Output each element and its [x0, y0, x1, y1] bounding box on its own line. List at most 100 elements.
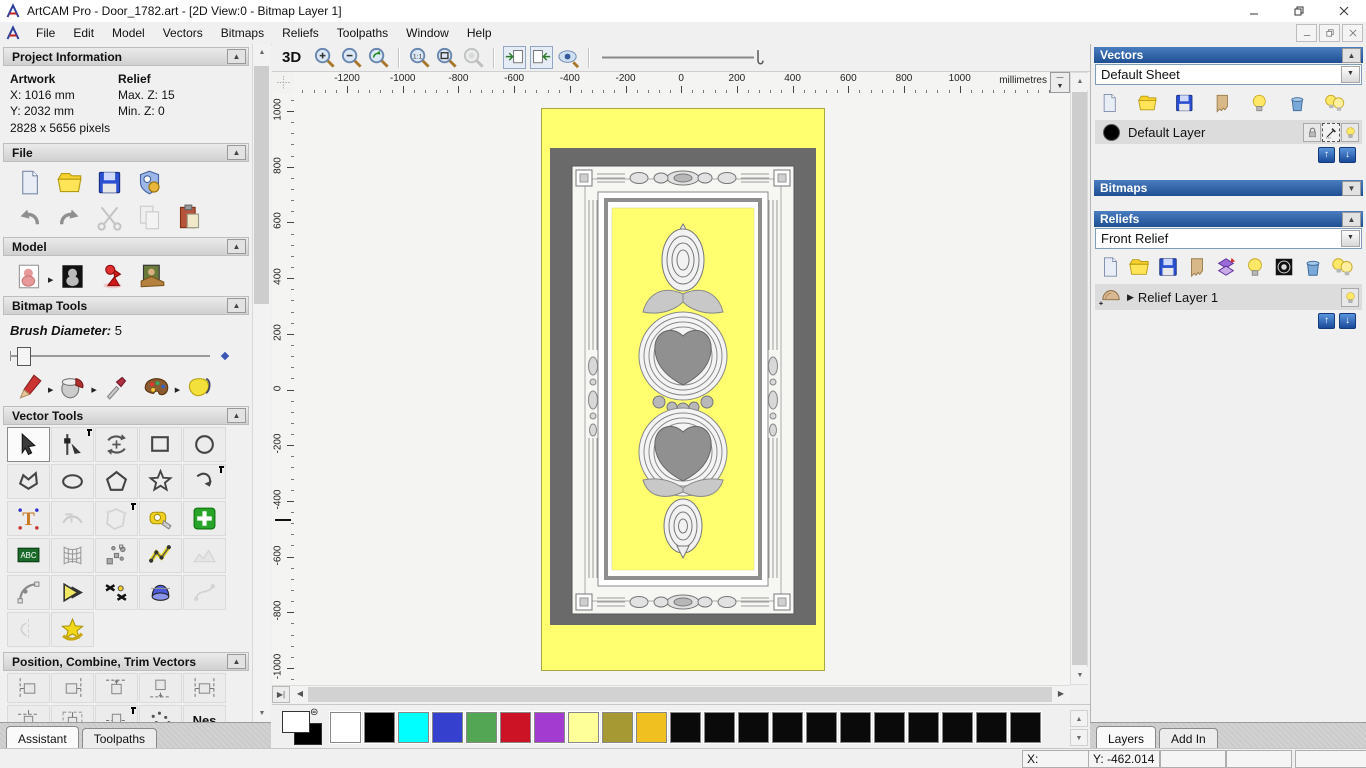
- load-image-icon[interactable]: [139, 263, 166, 290]
- align-middle-icon[interactable]: [95, 705, 138, 722]
- open-vectors-icon[interactable]: [1128, 256, 1150, 278]
- collapse-button[interactable]: ▲: [227, 654, 246, 669]
- freehand-tool-icon[interactable]: [7, 464, 50, 499]
- arc-tool-icon[interactable]: [183, 464, 226, 499]
- scrollbar-thumb[interactable]: [308, 687, 1052, 702]
- restore-icon[interactable]: [1276, 0, 1321, 22]
- wrap-vectors-icon[interactable]: [51, 612, 94, 647]
- zoom-fit-icon[interactable]: [435, 46, 458, 69]
- palette-swatch-5[interactable]: [499, 711, 532, 744]
- palette-swatch-9[interactable]: [635, 711, 668, 744]
- nesting-icon[interactable]: Nes: [183, 705, 226, 722]
- create-polyline-icon[interactable]: [139, 538, 182, 573]
- tab-assistant[interactable]: Assistant: [6, 726, 79, 748]
- close-icon[interactable]: [1321, 0, 1366, 22]
- tab-layers[interactable]: Layers: [1096, 726, 1157, 748]
- delete-icon[interactable]: [1302, 256, 1324, 278]
- trim-vectors-icon[interactable]: [95, 575, 138, 610]
- align-top-icon[interactable]: [95, 673, 138, 703]
- lighting-icon[interactable]: [99, 263, 126, 290]
- palette-swatch-8[interactable]: [601, 711, 634, 744]
- new-sheet-icon[interactable]: [1099, 92, 1120, 114]
- collapse-button[interactable]: ▲: [227, 239, 246, 254]
- tab-add-in[interactable]: Add In: [1159, 728, 1218, 748]
- tab-toolpaths[interactable]: Toolpaths: [81, 728, 158, 748]
- move-layer-down-button[interactable]: ↓: [1339, 147, 1356, 163]
- dropdown-arrow-icon[interactable]: ▼: [1341, 230, 1360, 247]
- pane-toggle-icon[interactable]: ▶|: [272, 686, 290, 703]
- move-layer-up-button[interactable]: ↑: [1318, 313, 1335, 329]
- scroll-up-icon[interactable]: ▲: [253, 44, 271, 61]
- align-right-icon[interactable]: [51, 673, 94, 703]
- align-stack-icon[interactable]: [7, 705, 50, 722]
- fit-curve-icon[interactable]: [7, 575, 50, 610]
- scrollbar-thumb[interactable]: [1072, 92, 1087, 665]
- palette-icon[interactable]: [143, 373, 170, 400]
- undo-icon[interactable]: [16, 204, 43, 231]
- flyout-arrow-icon[interactable]: ▶: [48, 386, 53, 394]
- save-vectors-icon[interactable]: [1174, 92, 1195, 114]
- layer-name[interactable]: Default Layer: [1128, 125, 1205, 140]
- align-inside-icon[interactable]: [51, 705, 94, 722]
- palette-swatch-6[interactable]: [533, 711, 566, 744]
- move-layer-up-button[interactable]: ↑: [1318, 147, 1335, 163]
- menu-help[interactable]: Help: [458, 26, 501, 40]
- restore-icon[interactable]: [1319, 24, 1340, 42]
- palette-swatch-4[interactable]: [465, 711, 498, 744]
- menu-toolpaths[interactable]: Toolpaths: [328, 26, 397, 40]
- delete-icon[interactable]: [1287, 92, 1308, 114]
- scroll-up-icon[interactable]: ▲: [1070, 710, 1088, 727]
- flood-fill-icon[interactable]: [59, 373, 86, 400]
- scrollbar-thumb[interactable]: [254, 66, 269, 304]
- zoom-out-icon[interactable]: [340, 46, 363, 69]
- expand-arrow-icon[interactable]: ▶: [1127, 292, 1134, 303]
- layer-colour-swatch[interactable]: [1103, 123, 1120, 141]
- relief-dropdown[interactable]: Front Relief ▼: [1095, 228, 1362, 249]
- zoom-previous-icon[interactable]: [367, 46, 390, 69]
- measure-tool-icon[interactable]: [139, 501, 182, 536]
- zoom-in-icon[interactable]: [313, 46, 336, 69]
- contrast-slider[interactable]: [598, 46, 774, 69]
- text-tool-icon[interactable]: T: [7, 501, 50, 536]
- menu-edit[interactable]: Edit: [64, 26, 103, 40]
- scroll-left-icon[interactable]: ◀: [291, 686, 309, 703]
- flyout-arrow-icon[interactable]: ▶: [48, 276, 53, 284]
- all-visibility-icon[interactable]: [1331, 256, 1353, 278]
- palette-swatch-19[interactable]: [975, 711, 1008, 744]
- palette-swatch-20[interactable]: [1009, 711, 1042, 744]
- save-model-icon[interactable]: [96, 169, 123, 196]
- menu-window[interactable]: Window: [397, 26, 458, 40]
- all-visibility-icon[interactable]: [1324, 92, 1345, 114]
- lock-layer-icon[interactable]: [1303, 122, 1321, 142]
- menu-file[interactable]: File: [27, 26, 64, 40]
- minimize-icon[interactable]: [1231, 0, 1276, 22]
- slider-handle[interactable]: [17, 347, 31, 366]
- flyout-arrow-icon[interactable]: ▶: [91, 386, 96, 394]
- primary-colour-swatch[interactable]: [282, 711, 310, 733]
- palette-swatch-13[interactable]: [771, 711, 804, 744]
- collapse-button[interactable]: ▲: [1342, 212, 1361, 227]
- layer-visibility-icon[interactable]: [1341, 287, 1359, 307]
- vector-sheet-dropdown[interactable]: Default Sheet ▼: [1095, 64, 1362, 85]
- toggle-vector-icon[interactable]: [530, 46, 554, 69]
- scatter-icon[interactable]: [139, 705, 182, 722]
- menu-bitmaps[interactable]: Bitmaps: [212, 26, 273, 40]
- 2d-view-canvas[interactable]: [294, 93, 1070, 685]
- greyscale-icon[interactable]: [1273, 256, 1295, 278]
- snap-layer-icon[interactable]: [1322, 122, 1340, 142]
- colour-picker-icon[interactable]: [103, 373, 130, 400]
- import-vectors-icon[interactable]: [1186, 256, 1208, 278]
- brush-diameter-slider[interactable]: [10, 346, 230, 366]
- offset-vectors-icon[interactable]: [51, 575, 94, 610]
- palette-swatch-0[interactable]: [329, 711, 362, 744]
- palette-swatch-7[interactable]: [567, 711, 600, 744]
- assistant-scrollbar[interactable]: ▲ ▼: [252, 44, 271, 722]
- polygon-tool-icon[interactable]: [95, 464, 138, 499]
- visibility-icon[interactable]: [1244, 256, 1266, 278]
- zoom-1to1-icon[interactable]: 1:1: [408, 46, 431, 69]
- palette-swatch-14[interactable]: [805, 711, 838, 744]
- align-bottom-icon[interactable]: [139, 673, 182, 703]
- ruler-origin-button[interactable]: [272, 72, 295, 94]
- palette-swatch-1[interactable]: [363, 711, 396, 744]
- layer-name[interactable]: Relief Layer 1: [1138, 290, 1218, 305]
